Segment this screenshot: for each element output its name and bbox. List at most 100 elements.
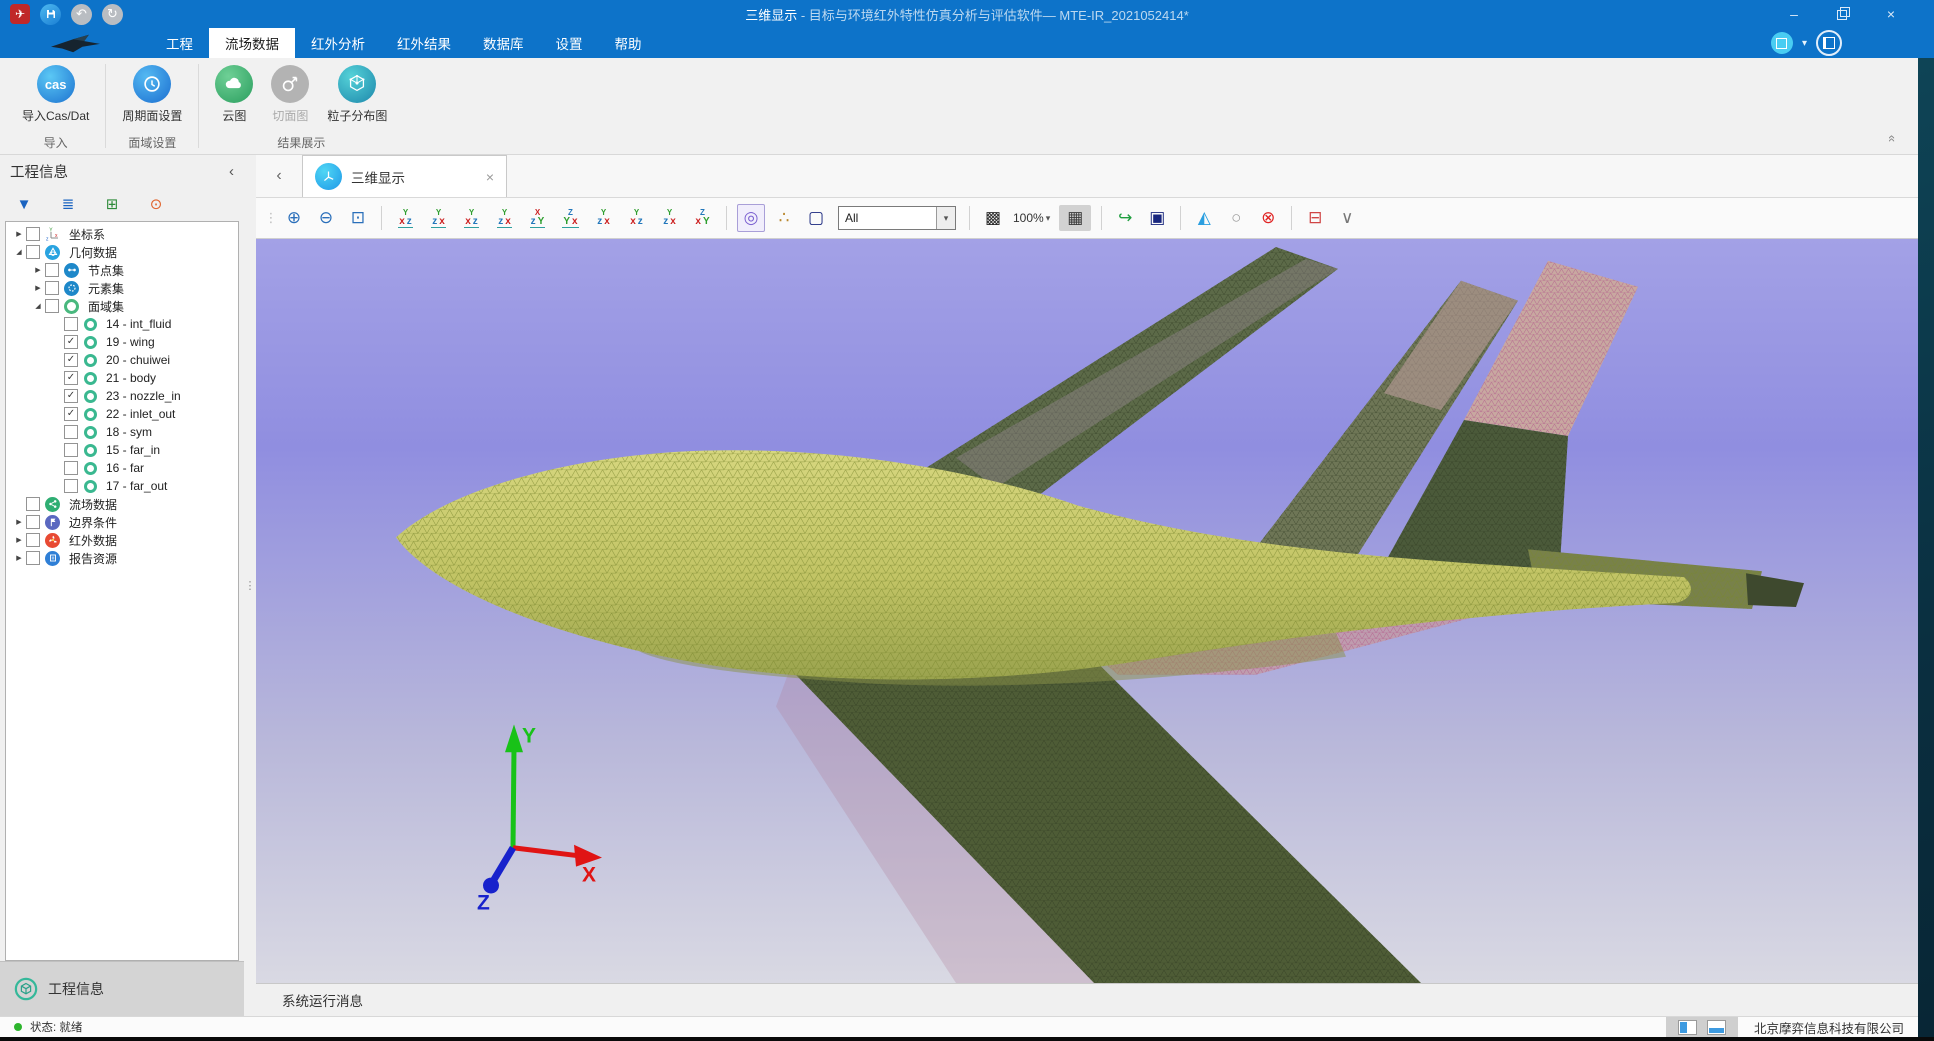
rect-select-icon[interactable]: ▢ (803, 205, 829, 231)
collapse-ribbon-icon[interactable]: « (1885, 135, 1900, 142)
checkbox[interactable]: ✓ (64, 389, 78, 403)
checkbox[interactable] (45, 299, 59, 313)
tree-item-far_out[interactable]: 17 - far_out (6, 477, 238, 495)
tree-item-inlet_out[interactable]: ✓22 - inlet_out (6, 405, 238, 423)
tree-item-geometry-data[interactable]: ◢几何数据 (6, 243, 238, 261)
locate-icon[interactable]: ⊙ (144, 192, 168, 216)
tree-item-sym[interactable]: 18 - sym (6, 423, 238, 441)
expander-icon[interactable]: ▶ (12, 554, 26, 562)
grid-icon[interactable]: ▦ (1059, 205, 1091, 231)
filter-icon[interactable]: ▼ (12, 192, 36, 216)
tree-item-chuiwei[interactable]: ✓20 - chuiwei (6, 351, 238, 369)
outline-icon[interactable]: ≣ (56, 192, 80, 216)
view-iso-2-icon[interactable]: Yxz (623, 205, 650, 232)
mirror-icon[interactable]: ◭ (1191, 205, 1217, 231)
checkbox[interactable] (64, 317, 78, 331)
expander-icon[interactable]: ▶ (12, 536, 26, 544)
archive-icon[interactable]: ⊟ (1302, 205, 1328, 231)
view-iso-3-icon[interactable]: Yzx (656, 205, 683, 232)
ribbon-button-periodic-face-setup[interactable]: 周期面设置 (116, 63, 188, 130)
expander-icon[interactable]: ▶ (12, 230, 26, 238)
grid-view-icon[interactable]: ⊞ (100, 192, 124, 216)
zoom-in-icon[interactable]: ⊕ (281, 205, 307, 231)
menu-item-flow-data[interactable]: 流场数据 (209, 28, 295, 58)
opacity-value[interactable]: 100% (1013, 211, 1044, 225)
snapshot-icon[interactable]: ▣ (1144, 205, 1170, 231)
more-caret-icon[interactable]: ∨ (1334, 205, 1360, 231)
expander-icon[interactable]: ▶ (12, 518, 26, 526)
checkbox[interactable] (26, 533, 40, 547)
combo-dropdown-button[interactable]: ▾ (936, 207, 955, 229)
view-iso-1-icon[interactable]: Yzx (590, 205, 617, 232)
menu-item-ir-analysis[interactable]: 红外分析 (295, 28, 381, 58)
theme-icon[interactable] (1771, 32, 1793, 54)
redo-button[interactable]: ↻ (102, 4, 123, 25)
lasso-icon[interactable]: ○ (1223, 205, 1249, 231)
tree-item-element-set[interactable]: ▶元素集 (6, 279, 238, 297)
tree-item-coord-system[interactable]: ▶Yzx坐标系 (6, 225, 238, 243)
project-info-bottom-tab[interactable]: 工程信息 (0, 961, 244, 1016)
tree-item-face-set[interactable]: ◢面域集 (6, 297, 238, 315)
ribbon-button-import-cas-dat[interactable]: cas导入Cas/Dat (16, 63, 95, 130)
view-top-icon[interactable]: XzY (524, 205, 551, 232)
tree-item-node-set[interactable]: ▶节点集 (6, 261, 238, 279)
ribbon-button-particle-distribution[interactable]: 粒子分布图 (321, 63, 393, 130)
expander-icon[interactable]: ▶ (31, 284, 45, 292)
undo-button[interactable]: ↶ (71, 4, 92, 25)
expander-icon[interactable]: ◢ (31, 302, 45, 310)
checkbox[interactable]: ✓ (64, 407, 78, 421)
view-bottom-icon[interactable]: ZYx (557, 205, 584, 232)
tab-3d-view[interactable]: 三维显示 × (302, 155, 507, 197)
save-button[interactable] (40, 4, 61, 25)
checkbox[interactable] (64, 461, 78, 475)
cancel-icon[interactable]: ⊗ (1255, 205, 1281, 231)
checkbox[interactable] (26, 497, 40, 511)
tree-item-boundary-cond[interactable]: ▶边界条件 (6, 513, 238, 531)
chevron-down-icon[interactable]: ▾ (1802, 38, 1807, 49)
checkbox[interactable] (26, 515, 40, 529)
checkbox[interactable] (64, 443, 78, 457)
menu-item-project[interactable]: 工程 (150, 28, 209, 58)
checkbox[interactable]: ✓ (64, 371, 78, 385)
view-back-icon[interactable]: Yzx (425, 205, 452, 232)
tree-item-flow-field-data[interactable]: 流场数据 (6, 495, 238, 513)
menu-item-help[interactable]: 帮助 (599, 28, 658, 58)
checkbox[interactable]: ✓ (64, 353, 78, 367)
restore-button[interactable] (1837, 9, 1848, 20)
expander-icon[interactable]: ▶ (31, 266, 45, 274)
view-front-icon[interactable]: Yxz (392, 205, 419, 232)
tree-item-wing[interactable]: ✓19 - wing (6, 333, 238, 351)
zoom-fit-icon[interactable]: ⊡ (345, 205, 371, 231)
camera-icon[interactable]: ◎ (737, 204, 765, 232)
display-filter-combo[interactable]: All ▾ (838, 206, 956, 230)
opacity-pattern-icon[interactable]: ▩ (980, 205, 1006, 231)
tree-item-nozzle_in[interactable]: ✓23 - nozzle_in (6, 387, 238, 405)
layout-bottom-panel-icon[interactable] (1707, 1020, 1726, 1035)
checkbox[interactable] (45, 263, 59, 277)
chevron-down-icon[interactable]: ▾ (1046, 213, 1051, 224)
menu-item-settings[interactable]: 设置 (540, 28, 599, 58)
checkbox[interactable] (26, 227, 40, 241)
menu-item-database[interactable]: 数据库 (467, 28, 540, 58)
layout-left-panel-icon[interactable] (1678, 1020, 1697, 1035)
tree-item-int_fluid[interactable]: 14 - int_fluid (6, 315, 238, 333)
tree-item-ir-data[interactable]: ▶红外数据 (6, 531, 238, 549)
scatter-points-icon[interactable]: ∴ (771, 205, 797, 231)
checkbox[interactable]: ✓ (64, 335, 78, 349)
collapse-panel-icon[interactable]: ‹ (229, 163, 234, 180)
close-button[interactable]: × (1882, 6, 1900, 22)
expander-icon[interactable]: ◢ (12, 248, 26, 256)
export-arrow-icon[interactable]: ↪ (1112, 205, 1138, 231)
tree-item-body[interactable]: ✓21 - body (6, 369, 238, 387)
view-left-icon[interactable]: Yxz (458, 205, 485, 232)
tree-item-far[interactable]: 16 - far (6, 459, 238, 477)
tree-item-far_in[interactable]: 15 - far_in (6, 441, 238, 459)
checkbox[interactable] (64, 425, 78, 439)
tree-item-report-res[interactable]: ▶报告资源 (6, 549, 238, 567)
zoom-out-icon[interactable]: ⊖ (313, 205, 339, 231)
checkbox[interactable] (26, 551, 40, 565)
toolbar-drag-handle[interactable]: ⋮ (266, 205, 276, 231)
aircraft-mesh-model[interactable]: Y X Z (256, 239, 1918, 983)
close-tab-icon[interactable]: × (486, 169, 494, 185)
view-right-icon[interactable]: Yzx (491, 205, 518, 232)
